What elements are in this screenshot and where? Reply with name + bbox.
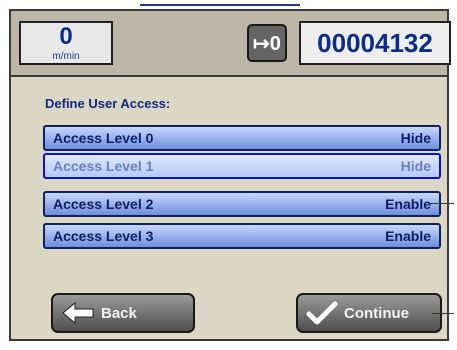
hmi-panel: 0 m/min ↦0 00004132 Define User Access: … (9, 9, 451, 341)
back-button[interactable]: Back (51, 293, 195, 333)
top-edge-line (140, 4, 300, 6)
continue-button-label: Continue (344, 304, 409, 322)
line-speed-value: 0 (59, 23, 73, 50)
line-speed-display: 0 m/min (19, 21, 113, 65)
page-title: Define User Access: (45, 96, 171, 111)
callout-line (432, 313, 454, 314)
line-speed-unit: m/min (52, 51, 80, 62)
access-level-row-0[interactable]: Access Level 0 Hide (43, 125, 441, 151)
access-level-label: Access Level 1 (53, 158, 154, 174)
access-level-label: Access Level 3 (53, 228, 154, 244)
access-level-value: Enable (385, 228, 431, 244)
access-level-value: Enable (385, 196, 431, 212)
continue-button[interactable]: Continue (296, 293, 442, 333)
arrow-left-icon (62, 301, 94, 325)
access-level-row-3[interactable]: Access Level 3 Enable (43, 223, 441, 249)
access-level-value: Hide (400, 130, 431, 146)
access-level-row-2[interactable]: Access Level 2 Enable (43, 191, 441, 217)
callout-line (430, 203, 454, 204)
access-level-label: Access Level 0 (53, 130, 154, 146)
checkmark-icon (306, 301, 338, 325)
status-header: 0 m/min ↦0 00004132 (11, 11, 451, 77)
product-counter: 00004132 (299, 21, 451, 65)
access-level-value: Hide (400, 158, 431, 174)
access-level-row-1[interactable]: Access Level 1 Hide (43, 153, 441, 179)
back-button-label: Back (101, 304, 137, 322)
access-level-label: Access Level 2 (53, 196, 154, 212)
reset-counter-icon[interactable]: ↦0 (247, 24, 287, 62)
